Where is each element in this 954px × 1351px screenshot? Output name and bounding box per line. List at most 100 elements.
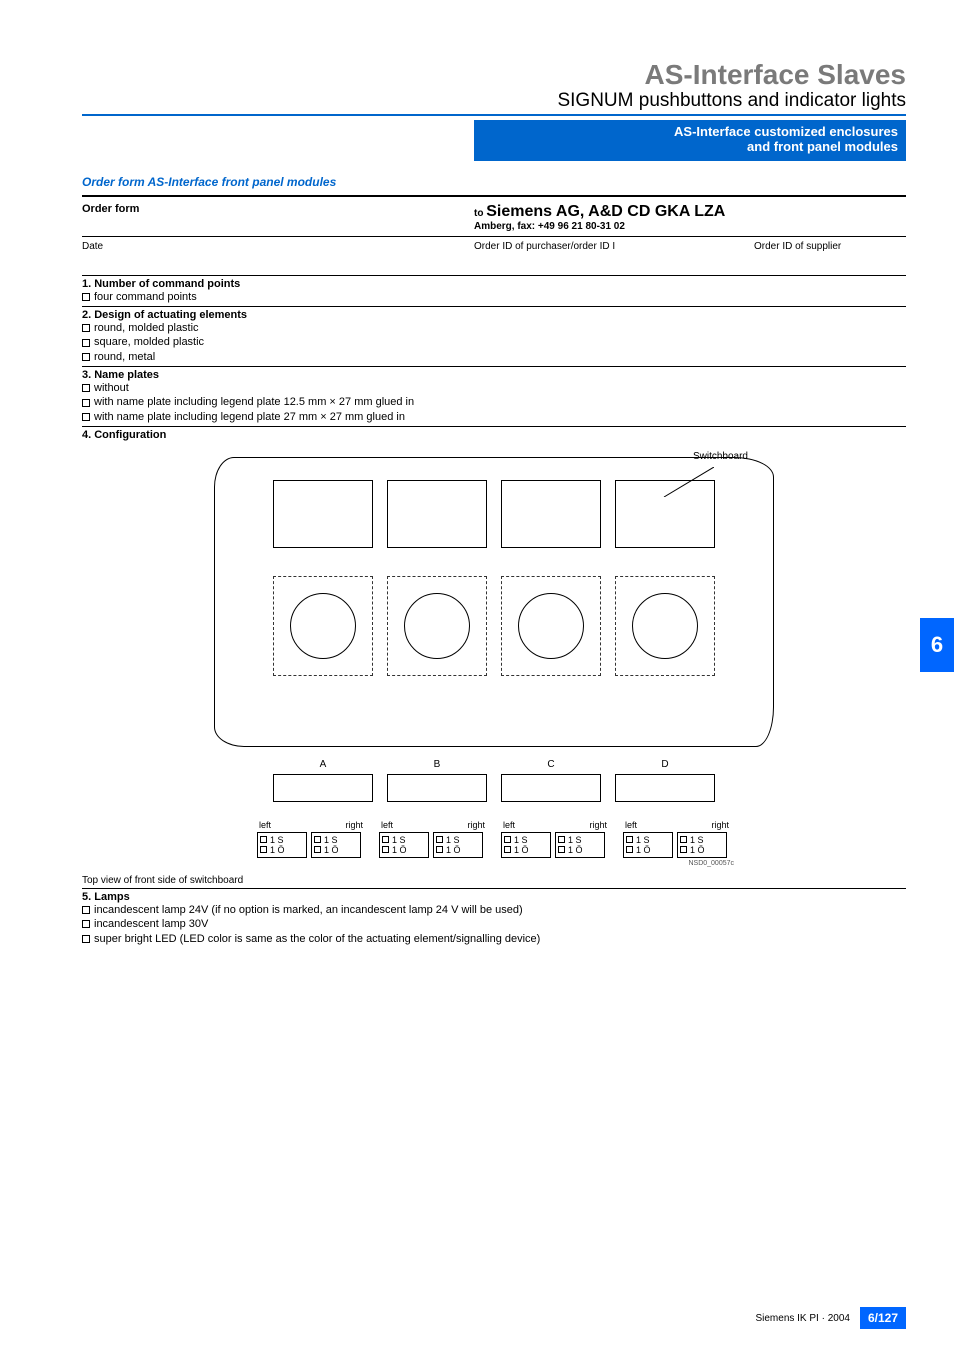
actuator-circle [290,593,356,659]
contact-box-left[interactable]: 1 S1 Ö [379,832,429,858]
checkbox-icon[interactable] [82,384,90,392]
checkbox-icon[interactable] [504,846,511,853]
q3-opt1[interactable]: without [82,381,906,395]
contact-1o: 1 Ö [636,845,651,855]
q2-opt2[interactable]: square, molded plastic [82,335,906,349]
right-label: right [589,820,607,830]
config-box-b[interactable] [387,774,487,802]
letter-d: D [661,759,668,770]
checkbox-icon[interactable] [82,339,90,347]
header-band: AS-Interface customized enclosures and f… [474,120,906,161]
checkbox-icon[interactable] [382,836,389,843]
config-box-d[interactable] [615,774,715,802]
divider [82,275,906,276]
checkbox-icon[interactable] [260,846,267,853]
contact-box-left[interactable]: 1 S1 Ö [257,832,307,858]
configuration-diagram: Switchboard A B C D leftright1 S1 Ö1 S1 … [214,457,774,867]
nameplate-slot-d [615,480,715,548]
q1-opt1[interactable]: four command points [82,290,906,304]
right-label: right [711,820,729,830]
checkbox-icon[interactable] [558,836,565,843]
q2-opt3[interactable]: round, metal [82,350,906,364]
q2-opt2-label: square, molded plastic [94,335,204,349]
footer-text: Siemens IK PI · 2004 [755,1313,850,1324]
q3-opt2[interactable]: with name plate including legend plate 1… [82,395,906,409]
checkbox-icon[interactable] [82,353,90,361]
contact-box-left[interactable]: 1 S1 Ö [623,832,673,858]
checkbox-icon[interactable] [82,906,90,914]
to-prefix: to [474,208,486,219]
checkbox-icon[interactable] [436,836,443,843]
checkbox-icon[interactable] [626,846,633,853]
contact-box-right[interactable]: 1 S1 Ö [555,832,605,858]
contact-1s: 1 S [446,835,460,845]
checkbox-icon[interactable] [382,846,389,853]
config-box-c[interactable] [501,774,601,802]
checkbox-icon[interactable] [82,920,90,928]
contact-box-right[interactable]: 1 S1 Ö [677,832,727,858]
checkbox-icon[interactable] [260,836,267,843]
q3-opt1-label: without [94,381,129,395]
q5-opt2[interactable]: incandescent lamp 30V [82,917,906,931]
q2-heading: 2. Design of actuating elements [82,309,906,321]
right-label: right [345,820,363,830]
image-code: NSD0_00057c [214,860,774,867]
contact-1s: 1 S [324,835,338,845]
q3-heading: 3. Name plates [82,369,906,381]
divider [82,888,906,889]
actuator-slot-d [615,576,715,676]
contact-1o: 1 Ö [324,845,339,855]
q5-opt3-label: super bright LED (LED color is same as t… [94,932,540,946]
q2-opt1-label: round, molded plastic [94,321,199,335]
page-footer: Siemens IK PI · 2004 6/127 [755,1307,906,1329]
divider [82,306,906,307]
q4-heading: 4. Configuration [82,429,906,441]
checkbox-icon[interactable] [82,399,90,407]
page-title-2: SIGNUM pushbuttons and indicator lights [82,91,906,116]
letter-c: C [547,759,554,770]
left-label: left [259,820,271,830]
order-id-purchaser-label: Order ID of purchaser/order ID I [474,241,754,252]
contact-cell: leftright1 S1 Ö1 S1 Ö [623,820,731,858]
q5-opt3[interactable]: super bright LED (LED color is same as t… [82,932,906,946]
contact-box-right[interactable]: 1 S1 Ö [433,832,483,858]
checkbox-icon[interactable] [82,935,90,943]
checkbox-icon[interactable] [82,413,90,421]
checkbox-icon[interactable] [82,293,90,301]
checkbox-icon[interactable] [680,836,687,843]
page-number: 6/127 [860,1307,906,1329]
config-box-a[interactable] [273,774,373,802]
divider [82,366,906,367]
actuator-circle [404,593,470,659]
q3-opt3[interactable]: with name plate including legend plate 2… [82,410,906,424]
q5-opt1[interactable]: incandescent lamp 24V (if no option is m… [82,903,906,917]
contact-1o: 1 Ö [690,845,705,855]
q5-opt2-label: incandescent lamp 30V [94,917,208,931]
band-line-2: and front panel modules [482,139,898,155]
checkbox-icon[interactable] [436,846,443,853]
nameplate-slot-c [501,480,601,548]
contact-1o: 1 Ö [392,845,407,855]
left-label: left [503,820,515,830]
checkbox-icon[interactable] [626,836,633,843]
checkbox-icon[interactable] [680,846,687,853]
contact-1s: 1 S [568,835,582,845]
actuator-slot-c [501,576,601,676]
contact-1o: 1 Ö [568,845,583,855]
contact-box-right[interactable]: 1 S1 Ö [311,832,361,858]
checkbox-icon[interactable] [314,846,321,853]
actuator-circle [518,593,584,659]
checkbox-icon[interactable] [314,836,321,843]
q2-opt1[interactable]: round, molded plastic [82,321,906,335]
actuator-slot-b [387,576,487,676]
divider [82,236,906,237]
left-label: left [381,820,393,830]
checkbox-icon[interactable] [504,836,511,843]
q2-opt3-label: round, metal [94,350,155,364]
contact-1o: 1 Ö [446,845,461,855]
contact-1o: 1 Ö [514,845,529,855]
checkbox-icon[interactable] [558,846,565,853]
checkbox-icon[interactable] [82,324,90,332]
contact-box-left[interactable]: 1 S1 Ö [501,832,551,858]
contact-1o: 1 Ö [270,845,285,855]
